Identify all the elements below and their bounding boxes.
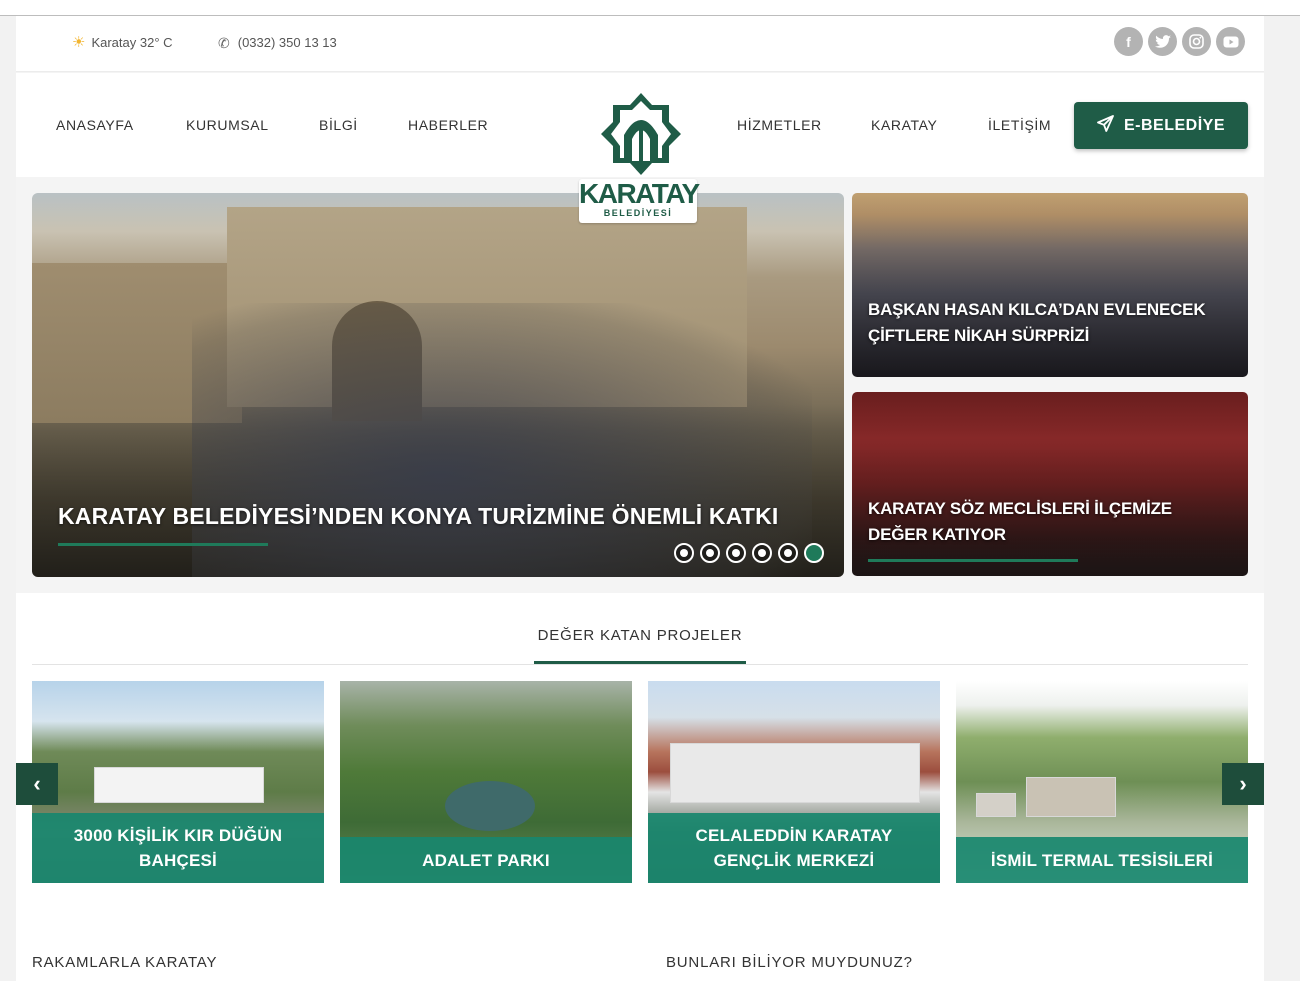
twitter-icon[interactable] (1148, 27, 1177, 56)
project-label-line: CELALEDDİN KARATAY (695, 826, 893, 845)
chevron-left-icon[interactable]: ‹ (16, 763, 58, 805)
news-card-nikah[interactable]: BAŞKAN HASAN KILCA’DAN EVLENECEK ÇİFTLER… (852, 193, 1248, 377)
project-card-adalet-parki[interactable]: ADALET PARKI (340, 681, 632, 883)
project-photo-pond (445, 781, 535, 831)
nav-item-hizmetler[interactable]: HİZMETLER (737, 117, 822, 133)
youtube-icon[interactable] (1216, 27, 1245, 56)
nav-item-bilgi[interactable]: BİLGİ (319, 117, 358, 133)
projects-section: DEĞER KATAN PROJELER 3000 KİŞİLİK KIR DÜ… (16, 593, 1264, 981)
nav-item-anasayfa[interactable]: ANASAYFA (56, 117, 134, 133)
section-divider (32, 664, 1248, 665)
logo-word: KARATAY (579, 178, 700, 209)
project-photo-building (976, 793, 1016, 817)
project-photo-building (1026, 777, 1116, 817)
project-label-line: 3000 KİŞİLİK KIR DÜĞÜN (73, 826, 283, 845)
phone-icon: ✆ (218, 34, 230, 51)
project-card-ismil-termal[interactable]: İSMİL TERMAL TESİSİLERİ (956, 681, 1248, 883)
nav-item-iletisim[interactable]: İLETİŞİM (988, 117, 1051, 133)
news-card-title-line: DEĞER KATIYOR (868, 525, 1006, 544)
rakamlarla-karatay-title: RAKAMLARLA KARATAY (32, 954, 218, 971)
news-card-underline (868, 559, 1078, 562)
instagram-icon[interactable] (1182, 27, 1211, 56)
project-label: ADALET PARKI (340, 837, 632, 883)
news-card-title-line: KARATAY SÖZ MECLİSLERİ İLÇEMİZE (868, 499, 1172, 518)
youtube-glyph (1223, 36, 1238, 47)
paper-plane-glyph (1097, 114, 1114, 132)
e-belediye-button[interactable]: E-BELEDİYE (1074, 102, 1248, 149)
nav-item-karatay[interactable]: KARATAY (871, 117, 937, 133)
page: ☀ Karatay 32° C ✆ (0332) 350 13 13 f ANA… (16, 16, 1264, 981)
project-card-kir-dugun[interactable]: 3000 KİŞİLİK KIR DÜĞÜN BAHÇESİ (32, 681, 324, 883)
slider-dot-2[interactable] (700, 543, 720, 563)
logo-wordmark: KARATAY BELEDİYESİ (579, 178, 700, 223)
news-card-title-line: ÇİFTLERE NİKAH SÜRPRİZİ (868, 326, 1090, 345)
nav-item-kurumsal[interactable]: KURUMSAL (186, 117, 269, 133)
hero-slider[interactable]: KARATAY BELEDİYESİ’NDEN KONYA TURİZMİNE … (32, 193, 844, 577)
news-card-title: KARATAY SÖZ MECLİSLERİ İLÇEMİZE DEĞER KA… (868, 496, 1172, 548)
logo-emblem (601, 93, 681, 175)
weather-info: ☀ Karatay 32° C (72, 35, 173, 50)
news-card-meclis[interactable]: KARATAY SÖZ MECLİSLERİ İLÇEMİZE DEĞER KA… (852, 392, 1248, 576)
twitter-bird-glyph (1154, 34, 1171, 48)
project-label: 3000 KİŞİLİK KIR DÜĞÜN BAHÇESİ (32, 813, 324, 883)
slider-dot-5[interactable] (778, 543, 798, 563)
slider-dot-6[interactable] (804, 543, 824, 563)
social-links: f (1114, 27, 1245, 56)
project-label: İSMİL TERMAL TESİSİLERİ (956, 837, 1248, 883)
karatay-logo[interactable]: KARATAY BELEDİYESİ (576, 91, 706, 241)
slider-dot-4[interactable] (752, 543, 772, 563)
weather-text: Karatay 32° C (91, 35, 173, 50)
hero-title[interactable]: KARATAY BELEDİYESİ’NDEN KONYA TURİZMİNE … (58, 503, 778, 530)
project-card-genclik-merkezi[interactable]: CELALEDDİN KARATAY GENÇLİK MERKEZİ (648, 681, 940, 883)
news-card-title: BAŞKAN HASAN KILCA’DAN EVLENECEK ÇİFTLER… (868, 297, 1206, 349)
facebook-icon[interactable]: f (1114, 27, 1143, 56)
info-bar: ☀ Karatay 32° C ✆ (0332) 350 13 13 f (16, 16, 1264, 72)
chevron-right-icon[interactable]: › (1222, 763, 1264, 805)
project-label-line: GENÇLİK MERKEZİ (713, 851, 875, 870)
project-label: CELALEDDİN KARATAY GENÇLİK MERKEZİ (648, 813, 940, 883)
e-belediye-label: E-BELEDİYE (1123, 116, 1225, 134)
hero-title-underline (58, 543, 268, 546)
slider-dot-1[interactable] (674, 543, 694, 563)
hero-photo-people (192, 303, 812, 577)
send-icon (1097, 114, 1114, 137)
slider-dot-3[interactable] (726, 543, 746, 563)
project-label-line: BAHÇESİ (139, 851, 217, 870)
browser-top-strip (0, 0, 1300, 16)
phone-info[interactable]: ✆ (0332) 350 13 13 (218, 35, 337, 50)
projects-title: DEĞER KATAN PROJELER (537, 627, 743, 644)
nav-item-haberler[interactable]: HABERLER (408, 117, 488, 133)
news-card-title-line: BAŞKAN HASAN KILCA’DAN EVLENECEK (868, 300, 1206, 319)
sun-icon: ☀ (72, 34, 86, 51)
biliyor-muydunuz-title: BUNLARI BİLİYOR MUYDUNUZ? (666, 954, 913, 971)
instagram-glyph (1189, 34, 1204, 49)
phone-text: (0332) 350 13 13 (237, 35, 337, 50)
project-photo-building (94, 767, 264, 803)
project-photo-building (670, 743, 920, 803)
slider-dots (674, 543, 824, 563)
